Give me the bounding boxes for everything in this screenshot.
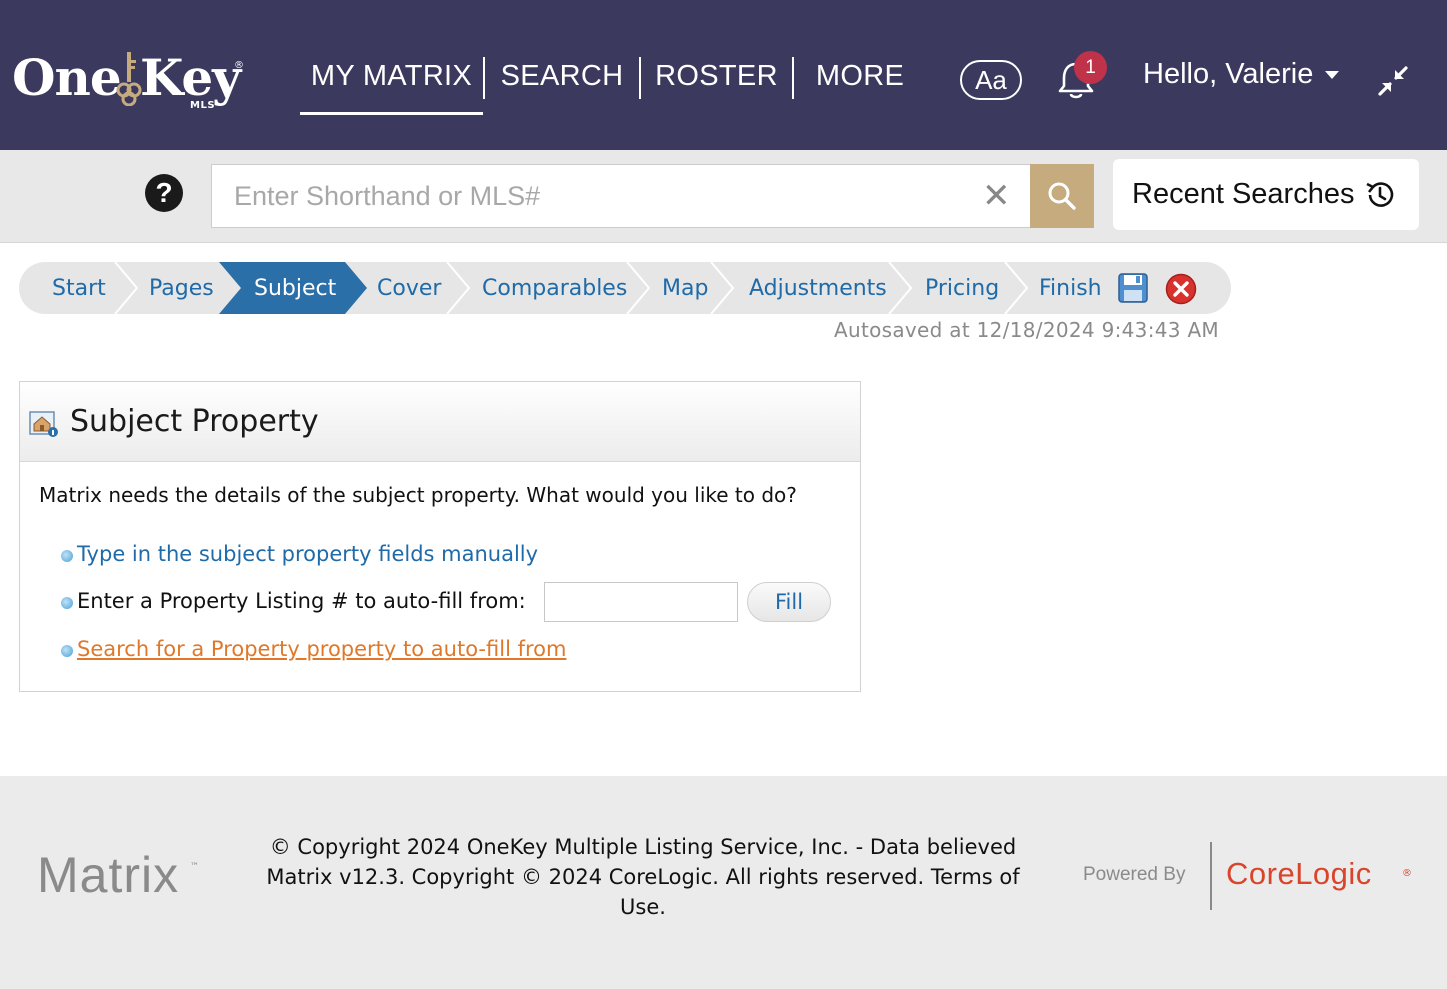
- panel-intro-text: Matrix needs the details of the subject …: [39, 483, 797, 507]
- panel-header: Subject Property: [20, 382, 860, 462]
- wizard-step-comparables[interactable]: Comparables: [482, 262, 627, 314]
- fill-button[interactable]: Fill: [747, 582, 831, 622]
- panel-title: Subject Property: [70, 404, 319, 439]
- option-listing-label: Enter a Property Listing # to auto-fill …: [77, 589, 526, 613]
- copyright-line-2: Matrix v12.3. Copyright © 2024 CoreLogic…: [266, 865, 1020, 889]
- logo-mls-text: MLS: [190, 100, 216, 111]
- search-input[interactable]: [212, 165, 972, 227]
- copyright-line-1: © Copyright 2024 OneKey Multiple Listing…: [269, 835, 1017, 859]
- option-search-property[interactable]: Search for a Property property to auto-f…: [61, 637, 566, 661]
- bullet-icon: [61, 597, 73, 609]
- option-manual-label: Type in the subject property fields manu…: [77, 542, 539, 566]
- copyright-text: © Copyright 2024 OneKey Multiple Listing…: [250, 832, 1036, 922]
- wizard-step-pricing[interactable]: Pricing: [925, 262, 999, 314]
- option-manual-entry[interactable]: Type in the subject property fields manu…: [61, 542, 538, 566]
- nav-search[interactable]: SEARCH: [485, 50, 639, 115]
- wizard-breadcrumb: Start Pages Subject Cover Comparables Ma…: [19, 262, 1231, 314]
- autosave-status: Autosaved at 12/18/2024 9:43:43 AM: [834, 318, 1219, 342]
- history-icon: [1366, 181, 1394, 207]
- nav-more[interactable]: MORE: [794, 50, 926, 115]
- search-button[interactable]: [1030, 164, 1094, 228]
- key-icon: [116, 52, 142, 106]
- chevron-down-icon: [1325, 70, 1340, 79]
- close-circle-icon[interactable]: [1165, 273, 1197, 305]
- user-greeting: Hello, Valerie: [1143, 58, 1314, 90]
- logo-registered-mark: ®: [234, 60, 244, 71]
- powered-by-label: Powered By: [1083, 864, 1186, 885]
- collapse-icon[interactable]: [1376, 64, 1410, 98]
- notification-badge: 1: [1074, 51, 1107, 84]
- option-listing-autofill: Enter a Property Listing # to auto-fill …: [61, 589, 526, 613]
- corelogic-registered-mark: ®: [1402, 868, 1412, 879]
- main-nav: MY MATRIX SEARCH ROSTER MORE: [300, 50, 926, 115]
- help-icon[interactable]: ?: [145, 174, 183, 212]
- recent-searches-label: Recent Searches: [1132, 178, 1355, 210]
- logo-one-text: One: [12, 48, 122, 107]
- bullet-icon: [61, 645, 73, 657]
- copyright-line-3[interactable]: Use.: [250, 892, 1036, 922]
- subject-property-panel: Subject Property Matrix needs the detail…: [19, 381, 861, 692]
- nav-roster[interactable]: ROSTER: [641, 50, 792, 115]
- footer: Matrix ™ © Copyright 2024 OneKey Multipl…: [0, 776, 1447, 989]
- matrix-logo: Matrix: [37, 847, 180, 903]
- recent-searches-button[interactable]: Recent Searches: [1113, 159, 1419, 230]
- option-search-label: Search for a Property property to auto-f…: [77, 637, 567, 661]
- top-header: One Key ® MLS MY MATRIX SEARCH ROSTER MO…: [0, 0, 1447, 150]
- wizard-step-pages[interactable]: Pages: [149, 262, 214, 314]
- bullet-icon: [61, 550, 73, 562]
- search-field: ✕: [211, 164, 1031, 228]
- user-menu[interactable]: Hello, Valerie: [1143, 58, 1340, 91]
- save-icon[interactable]: [1118, 273, 1148, 303]
- wizard-step-map[interactable]: Map: [662, 262, 708, 314]
- corelogic-logo: CoreLogic: [1226, 856, 1372, 891]
- property-icon: [29, 411, 58, 437]
- wizard-step-cover[interactable]: Cover: [377, 262, 441, 314]
- powered-by-divider: [1210, 842, 1212, 910]
- wizard-step-finish[interactable]: Finish: [1039, 262, 1102, 314]
- wizard-step-subject[interactable]: Subject: [254, 262, 336, 314]
- wizard-step-start[interactable]: Start: [52, 262, 106, 314]
- search-bar: ? ✕ Recent Searches: [0, 150, 1447, 243]
- nav-my-matrix[interactable]: MY MATRIX: [300, 50, 483, 115]
- matrix-trademark: ™: [190, 862, 199, 872]
- search-icon: [1048, 182, 1076, 210]
- clear-search-icon[interactable]: ✕: [982, 179, 1011, 213]
- wizard-step-adjustments[interactable]: Adjustments: [749, 262, 887, 314]
- onekey-logo[interactable]: One Key ® MLS: [12, 46, 252, 116]
- font-size-button[interactable]: Aa: [960, 60, 1022, 100]
- listing-number-input[interactable]: [544, 582, 738, 622]
